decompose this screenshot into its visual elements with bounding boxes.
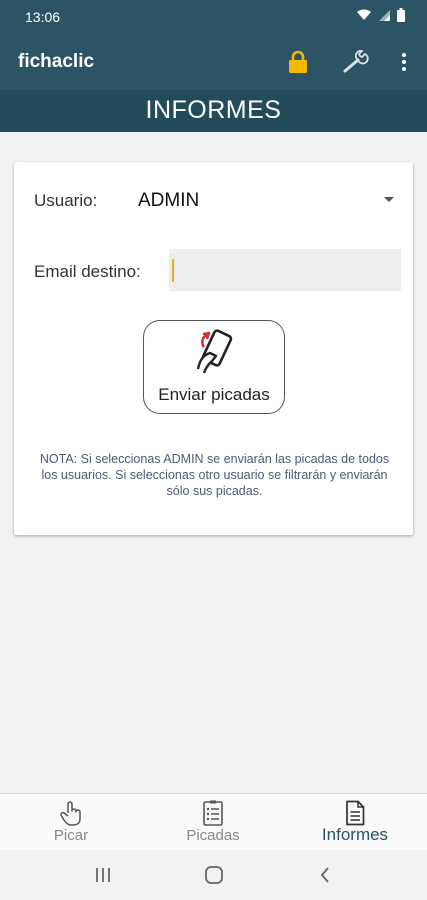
lock-icon [289,50,307,73]
user-select-value: ADMIN [138,190,200,211]
nav-item-picar[interactable]: Picar [0,794,142,851]
send-phone-icon [196,329,233,374]
email-field[interactable] [169,249,401,291]
app-title: fichaclic [18,51,95,72]
status-bar: 13:06 [0,0,427,33]
back-chevron-icon [320,867,329,883]
nav-item-picadas[interactable]: Picadas [142,794,284,851]
note-text: NOTA: Si seleccionas ADMIN se enviarán l… [39,452,390,498]
email-label: Email destino: [34,262,141,281]
lock-button[interactable] [283,47,313,77]
wifi-icon [357,9,371,20]
hand-pointer-icon [60,801,81,826]
battery-icon [397,8,405,22]
nav-label-informes: Informes [321,825,389,844]
overflow-menu-button[interactable] [389,47,419,77]
back-button[interactable] [310,863,340,887]
dropdown-arrow-icon [384,197,394,202]
report-form-card: Usuario: ADMIN Email destino: Enviar pic… [14,162,413,535]
recent-apps-icon [96,868,110,882]
send-picadas-label: Enviar picadas [158,385,270,404]
more-vertical-icon [402,53,406,71]
section-title: INFORMES [145,96,282,124]
section-header: INFORMES [0,90,427,132]
recent-apps-button[interactable] [88,863,118,887]
home-button[interactable] [199,863,229,887]
status-time: 13:06 [25,9,61,25]
signal-icon [379,9,390,21]
app-bar: fichaclic [0,33,427,90]
status-icons [356,8,405,22]
nav-label-picadas: Picadas [186,827,240,844]
document-icon [346,800,365,826]
wrench-icon [343,50,369,73]
checklist-icon [203,800,223,826]
settings-button[interactable] [341,47,371,77]
bottom-nav: Picar Picadas Informes [0,793,427,850]
send-picadas-button[interactable]: Enviar picadas [143,320,285,414]
nav-label-picar: Picar [53,827,89,844]
user-label: Usuario: [34,191,98,210]
home-icon [205,866,223,884]
system-nav-bar [0,850,427,900]
user-select[interactable]: ADMIN [136,184,394,216]
nav-item-informes[interactable]: Informes [284,794,426,851]
text-cursor [172,259,174,282]
